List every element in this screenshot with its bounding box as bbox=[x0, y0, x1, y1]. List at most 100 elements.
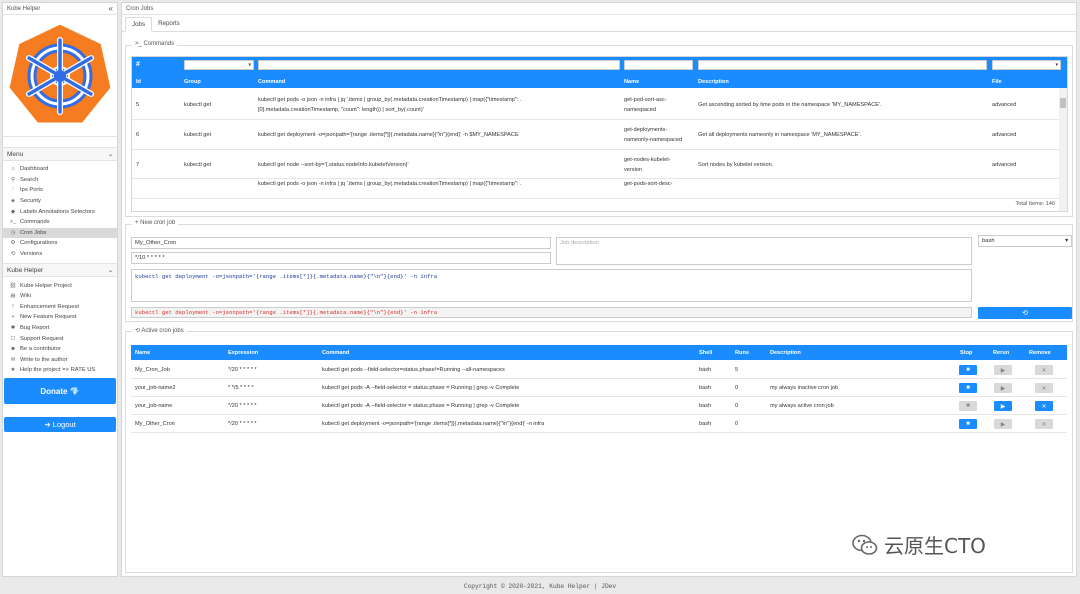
hash-label: # bbox=[136, 61, 140, 68]
sidebar-item-label: Enhancement Request bbox=[20, 303, 79, 310]
sidebar-item-write-to-the-author[interactable]: ✉ Write to the author bbox=[3, 355, 117, 366]
cell-file: advanced bbox=[992, 101, 1017, 108]
sidebar-item-dashboard[interactable]: ⌂ Dashboard bbox=[3, 164, 117, 175]
table-row[interactable]: 6 kubectl get kubectl get deployment -o=js… bbox=[132, 120, 1061, 150]
main-menu: ⌂ Dashboard ⚲ Search ⋮ Ips Ports ◈ Security ◆ Lab… bbox=[3, 161, 117, 263]
scrollbar-thumb[interactable] bbox=[1060, 98, 1066, 108]
stop-button[interactable]: ■ bbox=[959, 365, 977, 375]
collapse-icon[interactable]: « bbox=[109, 4, 113, 13]
donate-button[interactable]: Donate 💎 bbox=[4, 378, 116, 404]
description-filter-input[interactable] bbox=[698, 60, 987, 70]
cell-shell: bash bbox=[699, 385, 712, 391]
sidebar-item-label: Search bbox=[20, 176, 39, 183]
cell-name-line: nameonly-namespaced bbox=[624, 137, 683, 143]
shell-value: bash bbox=[982, 238, 995, 244]
shell-select[interactable]: bash ▾ bbox=[978, 235, 1072, 247]
sidebar: Kube Helper « Menu ⌄ ⌂ Dashboard ⚲ Searc… bbox=[2, 2, 118, 577]
table-row[interactable]: your_job-name */20 * * * * * kubectl get p… bbox=[131, 397, 1067, 415]
rerun-button[interactable]: ▶ bbox=[994, 419, 1012, 429]
remove-button[interactable]: ✕ bbox=[1035, 365, 1053, 375]
sidebar-item-be-a-contributor[interactable]: ☻ Be a contributor bbox=[3, 344, 117, 355]
command-textarea[interactable]: kubectl get deployment -o=jsonpath='{ran… bbox=[131, 269, 972, 302]
rerun-button[interactable]: ▶ bbox=[994, 383, 1012, 393]
cell-id bbox=[136, 179, 176, 187]
commands-scrollbar[interactable] bbox=[1059, 88, 1067, 211]
search-icon: ⚲ bbox=[10, 176, 16, 183]
watermark: 云原生CTO bbox=[852, 530, 986, 559]
remove-button[interactable]: ✕ bbox=[1035, 383, 1053, 393]
sidebar-item-configurations[interactable]: ⚙ Configurations bbox=[3, 238, 117, 249]
column-header: Expression bbox=[228, 349, 259, 356]
sidebar-item-label: Support Request bbox=[20, 335, 64, 342]
play-icon: ▶ bbox=[1000, 421, 1006, 428]
name-filter-input[interactable] bbox=[624, 60, 693, 70]
file-filter-select[interactable]: ▾ bbox=[992, 60, 1061, 70]
chevron-down-icon: ⌄ bbox=[107, 151, 113, 158]
remove-button[interactable]: ✕ bbox=[1035, 419, 1053, 429]
sidebar-item-new-feature-request[interactable]: + New Feature Request bbox=[3, 312, 117, 323]
exclamation-icon: ! bbox=[12, 303, 14, 310]
cell-name-line: get-nodes-kubelet- bbox=[624, 156, 671, 163]
command-filter-input[interactable] bbox=[258, 60, 620, 70]
table-row[interactable]: My_Other_Cron */20 * * * * * kubectl get d… bbox=[131, 415, 1067, 433]
sidebar-item-support-request[interactable]: ☐ Support Request bbox=[3, 333, 117, 344]
helper-title: Kube Helper bbox=[7, 266, 44, 274]
job-description-input[interactable]: Job description bbox=[556, 237, 972, 265]
stop-button[interactable]: ■ bbox=[959, 419, 977, 429]
gear-icon: ⚙ bbox=[10, 240, 16, 247]
sidebar-item-versions[interactable]: ⟲ Versions bbox=[3, 249, 117, 260]
column-header: Name bbox=[135, 349, 151, 356]
cell-name-line: version bbox=[624, 166, 643, 173]
sidebar-item-cron-jobs[interactable]: ◷ Cron Jobs bbox=[3, 227, 117, 239]
plus-icon: + bbox=[11, 314, 15, 321]
sidebar-item-search[interactable]: ⚲ Search bbox=[3, 175, 117, 186]
sidebar-item-label: Ips Ports bbox=[20, 187, 43, 194]
link-icon: ⛓ bbox=[9, 282, 17, 289]
caret-down-icon: ▾ bbox=[248, 62, 251, 68]
column-header: Description bbox=[770, 349, 801, 356]
cell-name-line: get-deployments- bbox=[624, 127, 668, 133]
sidebar-item-kube-helper-project[interactable]: ⛓ Kube Helper Project bbox=[3, 280, 117, 291]
menu-section-header[interactable]: Menu ⌄ bbox=[3, 147, 117, 161]
table-row[interactable]: your_job-name2 * */5 * * * * kubectl get p… bbox=[131, 379, 1067, 397]
sidebar-item-label: Kube Helper Project bbox=[20, 282, 72, 289]
column-header: Command bbox=[258, 78, 286, 85]
sidebar-item-bug-report[interactable]: ✱ Bug Report bbox=[3, 323, 117, 334]
cell-description: my always inactive cron job bbox=[770, 385, 839, 391]
job-name-input[interactable]: My_Other_Cron bbox=[131, 237, 551, 249]
helper-section-header[interactable]: Kube Helper ⌄ bbox=[3, 263, 117, 278]
sidebar-item-security[interactable]: ◈ Security bbox=[3, 196, 117, 207]
cell-runs: 0 bbox=[735, 385, 739, 391]
sidebar-item-wiki[interactable]: ▤ Wiki bbox=[3, 291, 117, 302]
create-job-button[interactable]: ⟲ bbox=[978, 307, 1072, 319]
sidebar-item-label: Versions bbox=[20, 251, 43, 258]
cell-file: advanced bbox=[992, 161, 1017, 168]
wechat-icon bbox=[852, 534, 878, 555]
column-header: Id bbox=[136, 78, 141, 85]
caret-down-icon: ▾ bbox=[1065, 238, 1068, 244]
sidebar-item-enhancement-request[interactable]: ! Enhancement Request bbox=[3, 302, 117, 313]
sidebar-item-ips-ports[interactable]: ⋮ Ips Ports bbox=[3, 185, 117, 196]
table-row[interactable]: 7 kubectl get kubectl get node --sort-by='… bbox=[132, 150, 1061, 179]
table-row[interactable]: kubectl get pods -o json -n infra | jq '… bbox=[132, 179, 1061, 199]
remove-button[interactable]: ✕ bbox=[1035, 401, 1053, 411]
column-header: Stop bbox=[960, 349, 973, 356]
sidebar-item-commands[interactable]: >_ Commands bbox=[3, 217, 117, 228]
stop-button[interactable]: ■ bbox=[959, 383, 977, 393]
stop-button[interactable]: ■ bbox=[959, 401, 977, 411]
tab-reports[interactable]: Reports bbox=[152, 16, 186, 31]
cell-shell: bash bbox=[699, 403, 712, 409]
table-row[interactable]: 5 kubectl get kubectl get pods -o json -n … bbox=[132, 89, 1061, 120]
logout-button[interactable]: ➜ Logout bbox=[4, 417, 116, 432]
sidebar-item-help-the-project-rate-us[interactable]: ★ Help the project => RATE US bbox=[3, 365, 117, 376]
tab-jobs[interactable]: Jobs bbox=[125, 17, 153, 32]
sidebar-item-labels-annotations-selectors[interactable]: ◆ Labels Annotations Selectors bbox=[3, 206, 117, 217]
table-row[interactable]: My_Cron_Job */20 * * * * * kubectl get pod… bbox=[131, 361, 1067, 379]
rerun-button[interactable]: ▶ bbox=[994, 401, 1012, 411]
sidebar-item-label: Bug Report bbox=[20, 325, 50, 332]
plug-icon: ⋮ bbox=[10, 187, 16, 194]
group-filter-select[interactable]: ▾ bbox=[184, 60, 254, 70]
mail-icon: ✉ bbox=[10, 356, 16, 363]
cron-expression-input[interactable]: */10 * * * * * bbox=[131, 252, 551, 264]
rerun-button[interactable]: ▶ bbox=[994, 365, 1012, 375]
